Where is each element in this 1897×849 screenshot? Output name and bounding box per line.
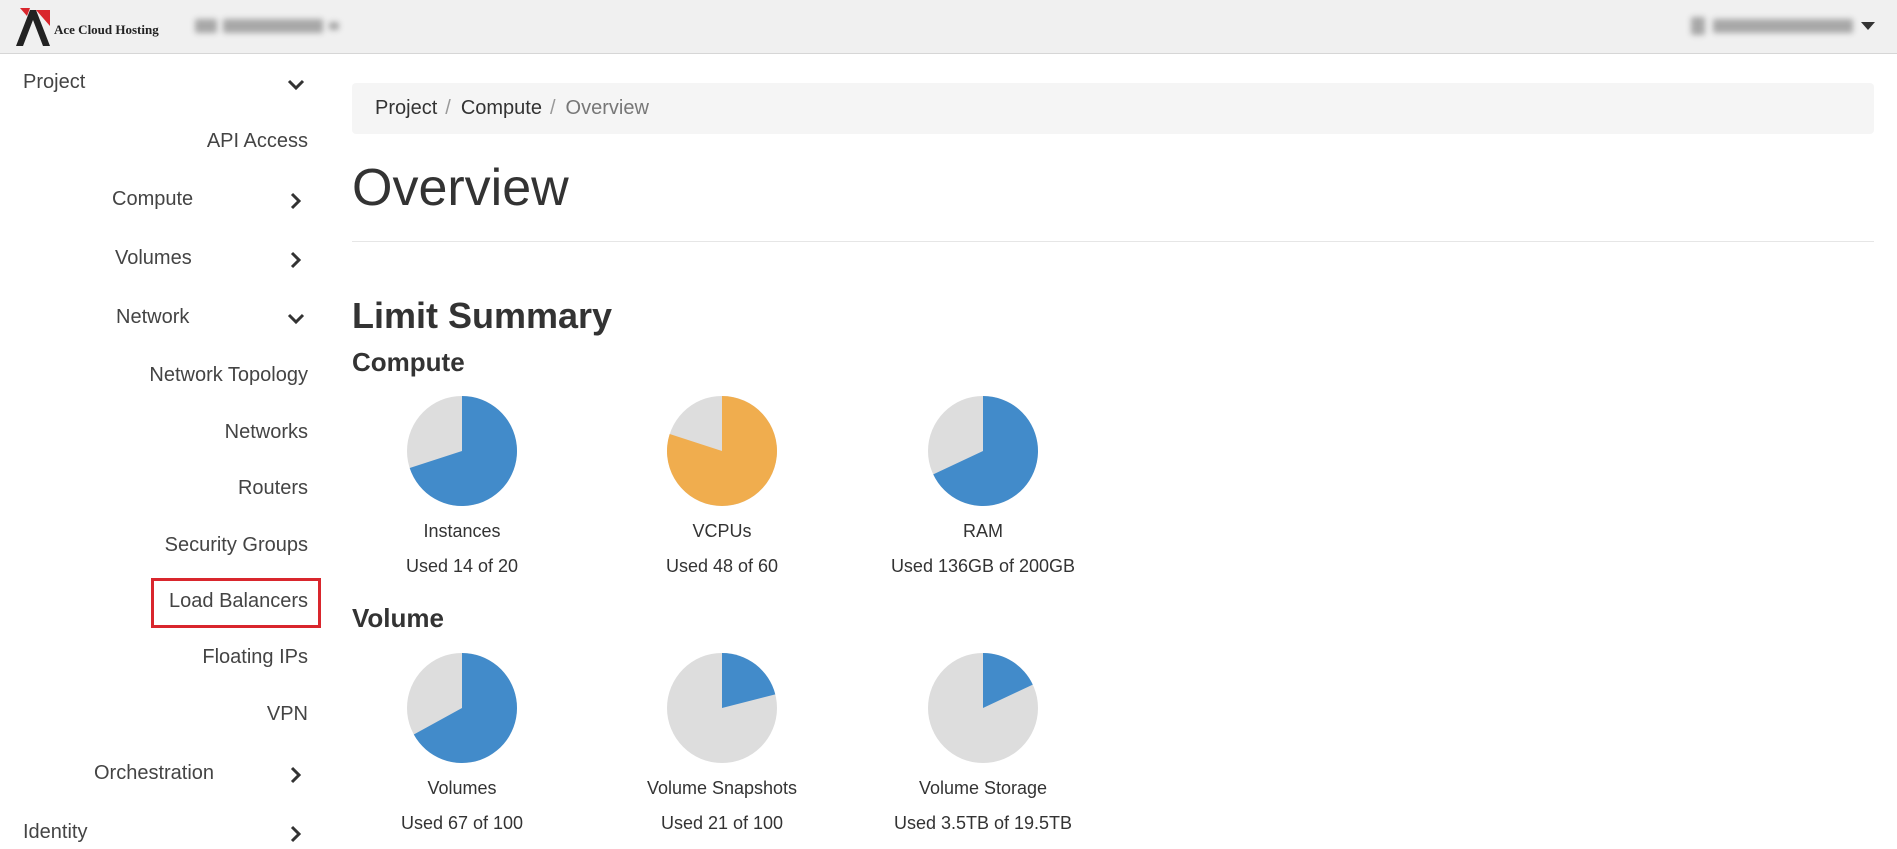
- pie-label: Volume Snapshots: [646, 778, 798, 798]
- pie-card-volumes: Volumes Used 67 of 100: [352, 652, 572, 834]
- user-name: [1713, 19, 1853, 33]
- breadcrumb: Project / Compute / Overview: [352, 83, 1874, 134]
- brand-name: Ace Cloud Hosting: [54, 22, 159, 37]
- pie-label: Volume Storage: [918, 778, 1048, 798]
- sidebar-item-load-balancers[interactable]: Load Balancers: [169, 590, 308, 613]
- sidebar-item-networks[interactable]: Networks: [225, 421, 308, 444]
- sidebar-item-volumes[interactable]: Volumes: [115, 247, 192, 270]
- pie-used-text: Used 48 of 60: [665, 556, 779, 576]
- chevron-right-icon[interactable]: [286, 250, 306, 270]
- page-title: Overview: [352, 159, 569, 217]
- sidebar-item-api-access[interactable]: API Access: [207, 130, 308, 153]
- breadcrumb-separator: /: [549, 97, 556, 119]
- pie-label: Instances: [423, 521, 501, 541]
- project-selector[interactable]: [195, 16, 339, 36]
- user-icon: [1691, 17, 1705, 35]
- brand-logo[interactable]: Ace Cloud Hosting: [14, 8, 159, 46]
- user-menu[interactable]: [1691, 15, 1875, 37]
- pie-label: Volumes: [427, 778, 497, 798]
- chevron-right-icon[interactable]: [286, 765, 306, 785]
- sidebar-item-network-topology[interactable]: Network Topology: [149, 364, 308, 387]
- volume-section-title: Volume: [352, 603, 444, 633]
- limit-summary-title: Limit Summary: [352, 295, 613, 336]
- sidebar-item-routers[interactable]: Routers: [238, 477, 308, 500]
- pie-used-text: Used 21 of 100: [660, 813, 784, 833]
- sidebar-item-identity[interactable]: Identity: [23, 821, 87, 844]
- chevron-down-icon[interactable]: [286, 75, 306, 95]
- sidebar: Project API Access Compute Volumes Netwo…: [0, 55, 330, 849]
- breadcrumb-overview: Overview: [565, 97, 649, 119]
- chevron-right-icon[interactable]: [286, 191, 306, 211]
- volumes-pie-chart: [407, 653, 517, 763]
- main-content: Project / Compute / Overview Overview Li…: [352, 55, 1874, 849]
- sidebar-item-vpn[interactable]: VPN: [267, 703, 308, 726]
- divider: [352, 241, 1874, 242]
- pie-used-text: Used 14 of 20: [405, 556, 519, 576]
- chevron-down-icon[interactable]: [286, 309, 306, 329]
- pie-card-volume-snapshots: Volume Snapshots Used 21 of 100: [612, 652, 832, 834]
- pie-card-ram: RAM Used 136GB of 200GB: [873, 395, 1093, 577]
- instances-pie-chart: [407, 396, 517, 506]
- breadcrumb-project[interactable]: Project: [375, 97, 437, 120]
- ram-pie-chart: [928, 396, 1038, 506]
- sidebar-item-orchestration[interactable]: Orchestration: [94, 762, 214, 785]
- pie-card-volume-storage: Volume Storage Used 3.5TB of 19.5TB: [873, 652, 1093, 834]
- compute-section-title: Compute: [352, 347, 465, 377]
- chevron-down-icon: [1861, 22, 1875, 30]
- project-selector-caret-icon: [329, 22, 339, 30]
- volume-snapshots-pie-chart: [667, 653, 777, 763]
- sidebar-item-project[interactable]: Project: [23, 71, 85, 94]
- vcpus-pie-chart: [667, 396, 777, 506]
- top-navbar: Ace Cloud Hosting: [0, 0, 1897, 54]
- chevron-right-icon[interactable]: [286, 824, 306, 844]
- sidebar-item-security-groups[interactable]: Security Groups: [165, 534, 308, 557]
- volume-storage-pie-chart: [928, 653, 1038, 763]
- breadcrumb-compute[interactable]: Compute: [461, 97, 542, 120]
- breadcrumb-separator: /: [445, 97, 451, 119]
- pie-card-vcpus: VCPUs Used 48 of 60: [612, 395, 832, 577]
- project-selector-name: [223, 19, 323, 33]
- pie-used-text: Used 136GB of 200GB: [890, 556, 1076, 576]
- pie-used-text: Used 67 of 100: [400, 813, 524, 833]
- project-selector-icon: [195, 19, 217, 33]
- sidebar-item-floating-ips[interactable]: Floating IPs: [202, 646, 308, 669]
- pie-label: VCPUs: [692, 521, 752, 541]
- pie-label: RAM: [963, 521, 1003, 541]
- pie-used-text: Used 3.5TB of 19.5TB: [893, 813, 1073, 833]
- sidebar-item-compute[interactable]: Compute: [112, 188, 193, 211]
- ace-logo-icon: [16, 8, 50, 46]
- pie-card-instances: Instances Used 14 of 20: [352, 395, 572, 577]
- sidebar-item-network[interactable]: Network: [116, 306, 189, 329]
